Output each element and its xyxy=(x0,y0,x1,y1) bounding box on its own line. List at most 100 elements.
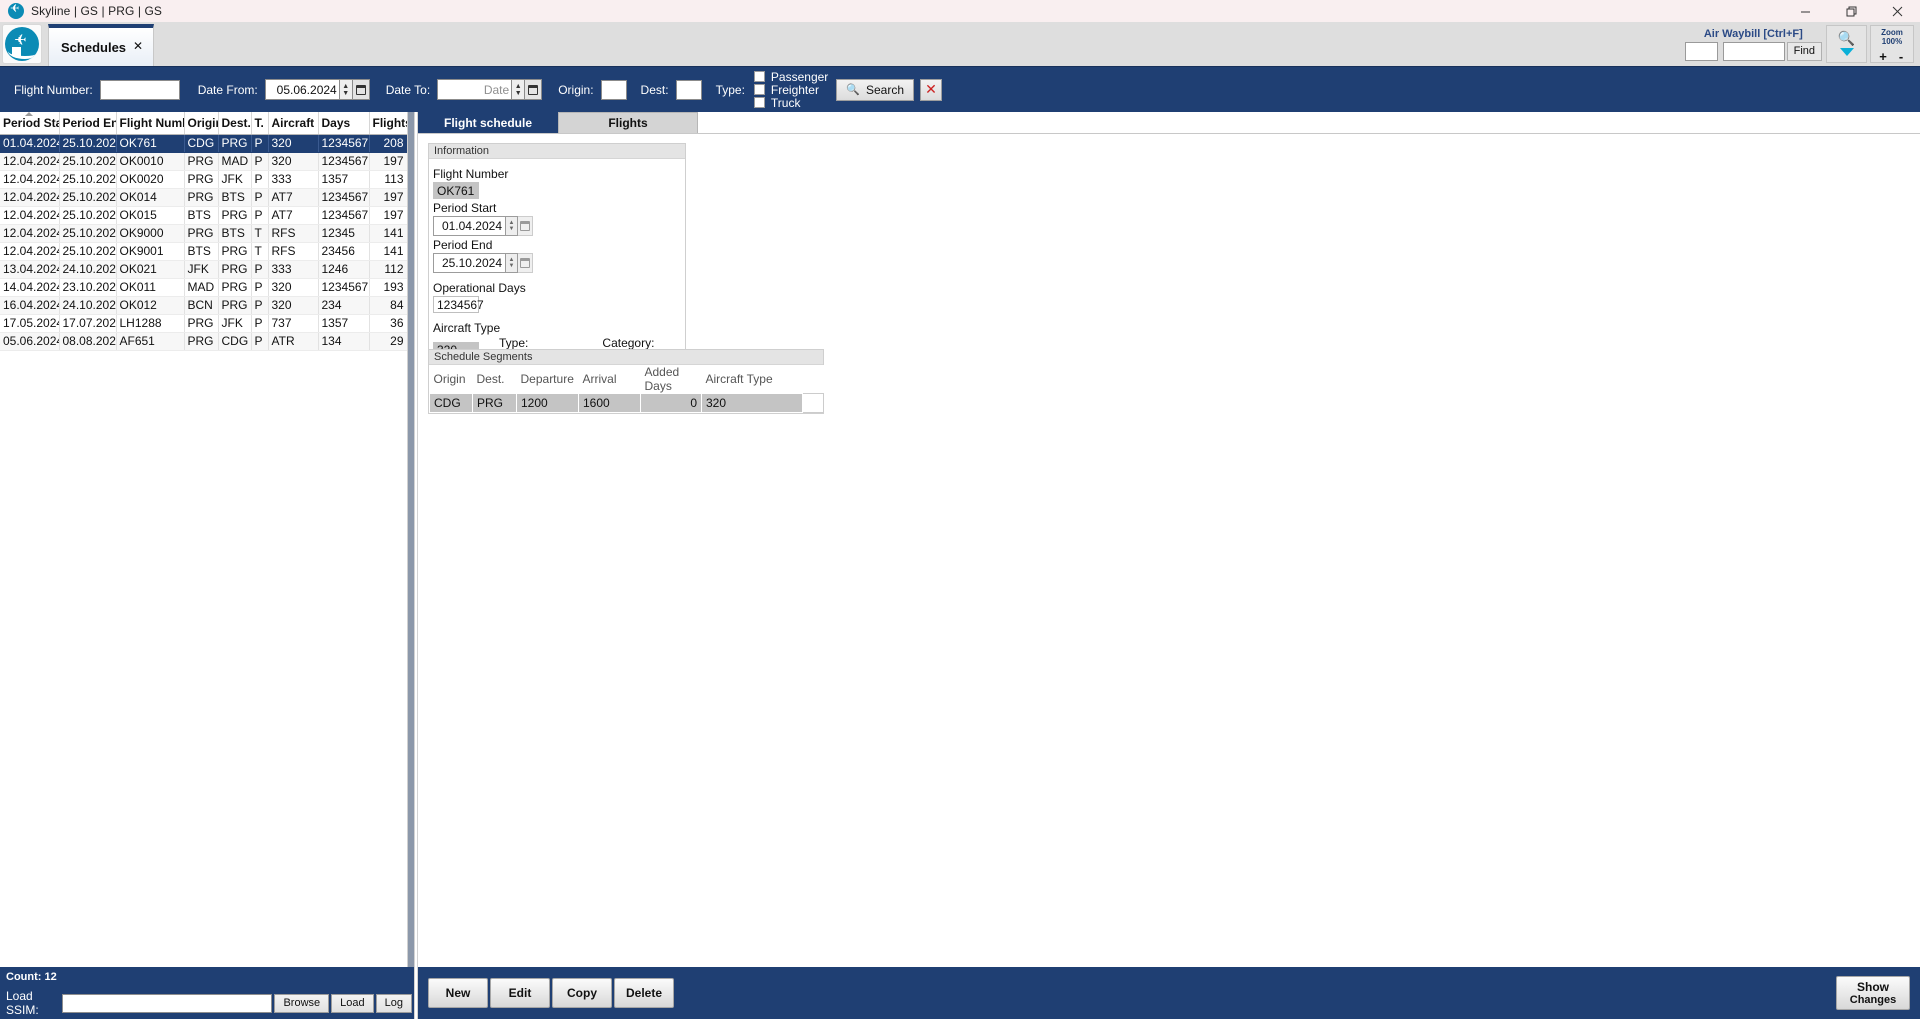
load-button[interactable]: Load xyxy=(331,993,374,1013)
zoom-out-button[interactable]: - xyxy=(1892,48,1910,64)
checkbox-freighter[interactable] xyxy=(753,84,765,95)
segment-row[interactable]: CDG PRG 1200 1600 0 320 xyxy=(429,393,824,413)
period-end-picker[interactable]: 25.10.2024 ▲ ▼ xyxy=(433,253,533,273)
calendar-icon[interactable] xyxy=(518,253,533,273)
origin-input[interactable] xyxy=(600,79,627,100)
type-passenger-row[interactable]: Passenger xyxy=(753,70,828,84)
column-header-aircraft[interactable]: Aircraft xyxy=(268,112,319,135)
table-row[interactable]: 13.04.202424.10.2024OK021JFKPRGP33312461… xyxy=(0,260,408,279)
column-header-flight-number[interactable]: Flight Number xyxy=(116,112,185,135)
cell-days: 1357 xyxy=(318,314,370,333)
table-row[interactable]: 01.04.202425.10.2024OK761CDGPRGP32012345… xyxy=(0,134,408,153)
column-header-period-start[interactable]: Period Start xyxy=(0,112,60,135)
table-row[interactable]: 12.04.202425.10.2024OK9000PRGBTSTRFS1234… xyxy=(0,224,408,243)
awb-find-button[interactable]: Find xyxy=(1786,41,1822,61)
table-row[interactable]: 12.04.202425.10.2024OK9001BTSPRGTRFS2345… xyxy=(0,242,408,261)
list-footer: Count: 12 Load SSIM: Browse Load Log xyxy=(0,967,414,1019)
type-freighter-row[interactable]: Freighter xyxy=(753,83,828,97)
sort-ascending-icon xyxy=(25,112,34,116)
table-row[interactable]: 16.04.202424.10.2024OK012BCNPRGP32023484 xyxy=(0,296,408,315)
load-ssim-label: Load SSIM: xyxy=(6,989,39,1017)
type-truck-row[interactable]: Truck xyxy=(753,96,828,110)
tab-schedules[interactable]: Schedules ✕ xyxy=(48,24,155,66)
restore-icon[interactable] xyxy=(1828,0,1874,22)
minimize-icon[interactable] xyxy=(1782,0,1828,22)
detail-footer: New Edit Copy Delete Show Changes xyxy=(418,967,1920,1019)
date-to-value[interactable]: Date xyxy=(437,79,512,100)
period-start-picker[interactable]: 01.04.2024 ▲ ▼ xyxy=(433,216,533,236)
cell-period-end: 25.10.2024 xyxy=(59,170,117,189)
dest-input[interactable] xyxy=(675,79,702,100)
awb-number-input[interactable] xyxy=(1722,41,1785,61)
cell-origin: PRG xyxy=(184,224,219,243)
magnifier-icon: 🔍 xyxy=(846,84,860,96)
zoom-in-button[interactable]: + xyxy=(1874,48,1892,64)
date-from-value[interactable]: 05.06.2024 xyxy=(264,79,339,100)
cell-flight-number: AF651 xyxy=(116,332,185,351)
period-start-spinner[interactable]: ▲ ▼ xyxy=(505,216,518,236)
cell-aircraft: 333 xyxy=(268,260,319,279)
date-from-picker[interactable]: 05.06.2024 ▲ ▼ xyxy=(264,79,370,100)
tab-flights[interactable]: Flights xyxy=(558,112,698,133)
cell-flights: 29 xyxy=(369,332,408,351)
column-header-origin[interactable]: Origin xyxy=(184,112,219,135)
air-waybill-group: Air Waybill [Ctrl+F] Find xyxy=(1684,28,1822,61)
period-end-value[interactable]: 25.10.2024 xyxy=(433,253,505,273)
scrollbar-thumb[interactable] xyxy=(408,112,414,967)
table-row[interactable]: 12.04.202425.10.2024OK0010PRGMADP3201234… xyxy=(0,152,408,171)
browse-button[interactable]: Browse xyxy=(274,993,330,1013)
table-row[interactable]: 12.04.202425.10.2024OK015BTSPRGPAT712345… xyxy=(0,206,408,225)
global-search-button[interactable]: 🔍 xyxy=(1826,25,1867,63)
cell-t: P xyxy=(251,314,269,333)
column-header-period-end[interactable]: Period End xyxy=(59,112,117,135)
table-row[interactable]: 14.04.202423.10.2024OK011MADPRGP32012345… xyxy=(0,278,408,297)
copy-button[interactable]: Copy xyxy=(552,978,612,1008)
calendar-icon[interactable] xyxy=(518,216,533,236)
period-start-value[interactable]: 01.04.2024 xyxy=(433,216,505,236)
checkbox-truck[interactable] xyxy=(753,97,765,108)
cell-t: P xyxy=(251,278,269,297)
calendar-icon[interactable] xyxy=(352,79,370,100)
schedules-list-pane: Period Start Period End Flight Number Or… xyxy=(0,112,414,1019)
search-button[interactable]: 🔍 Search xyxy=(836,78,915,101)
log-button[interactable]: Log xyxy=(375,993,412,1013)
edit-button[interactable]: Edit xyxy=(490,978,550,1008)
column-header-dest[interactable]: Dest. xyxy=(218,112,252,135)
column-header-flights[interactable]: Flights xyxy=(369,112,408,135)
date-to-picker[interactable]: Date ▲ ▼ xyxy=(437,79,543,100)
window-title-bar: Skyline | GS | PRG | GS xyxy=(0,0,1920,22)
delete-button[interactable]: Delete xyxy=(614,978,674,1008)
main-area: Period Start Period End Flight Number Or… xyxy=(0,112,1920,1019)
period-start-label: Period Start xyxy=(433,201,497,215)
cell-dest: CDG xyxy=(218,332,252,351)
show-changes-button[interactable]: Show Changes xyxy=(1836,976,1910,1010)
clear-search-button[interactable]: ✕ xyxy=(920,78,943,101)
table-row[interactable]: 17.05.202417.07.2024LH1288PRGJFKP7371357… xyxy=(0,314,408,333)
new-button[interactable]: New xyxy=(428,978,488,1008)
cell-flights: 197 xyxy=(369,152,408,171)
tab-strip: ✈ Schedules ✕ Air Waybill [Ctrl+F] Find … xyxy=(0,22,1920,66)
column-header-type[interactable]: T. xyxy=(251,112,269,135)
cell-t: P xyxy=(251,206,269,225)
app-icon xyxy=(8,3,24,19)
period-end-spinner[interactable]: ▲ ▼ xyxy=(505,253,518,273)
table-row[interactable]: 05.06.202408.08.2024AF651PRGCDGPATR13429 xyxy=(0,332,408,351)
awb-prefix-input[interactable] xyxy=(1684,41,1718,61)
close-icon[interactable] xyxy=(1874,0,1920,22)
date-to-spinner[interactable]: ▲ ▼ xyxy=(511,79,526,100)
column-header-days[interactable]: Days xyxy=(318,112,370,135)
table-row[interactable]: 12.04.202425.10.2024OK014PRGBTSPAT712345… xyxy=(0,188,408,207)
checkbox-passenger[interactable] xyxy=(753,71,765,82)
cell-flights: 197 xyxy=(369,188,408,207)
cell-days: 1234567 xyxy=(318,188,370,207)
load-ssim-input[interactable] xyxy=(62,993,273,1013)
chevron-down-icon[interactable] xyxy=(1839,48,1854,56)
calendar-icon[interactable] xyxy=(525,79,543,100)
close-icon[interactable]: ✕ xyxy=(133,40,143,52)
tab-flight-schedule[interactable]: Flight schedule xyxy=(418,112,558,133)
cell-days: 12345 xyxy=(318,224,370,243)
date-from-spinner[interactable]: ▲ ▼ xyxy=(338,79,353,100)
grid-vertical-scrollbar[interactable] xyxy=(407,112,414,967)
table-row[interactable]: 12.04.202425.10.2024OK0020PRGJFKP3331357… xyxy=(0,170,408,189)
flight-number-input[interactable] xyxy=(99,79,180,100)
